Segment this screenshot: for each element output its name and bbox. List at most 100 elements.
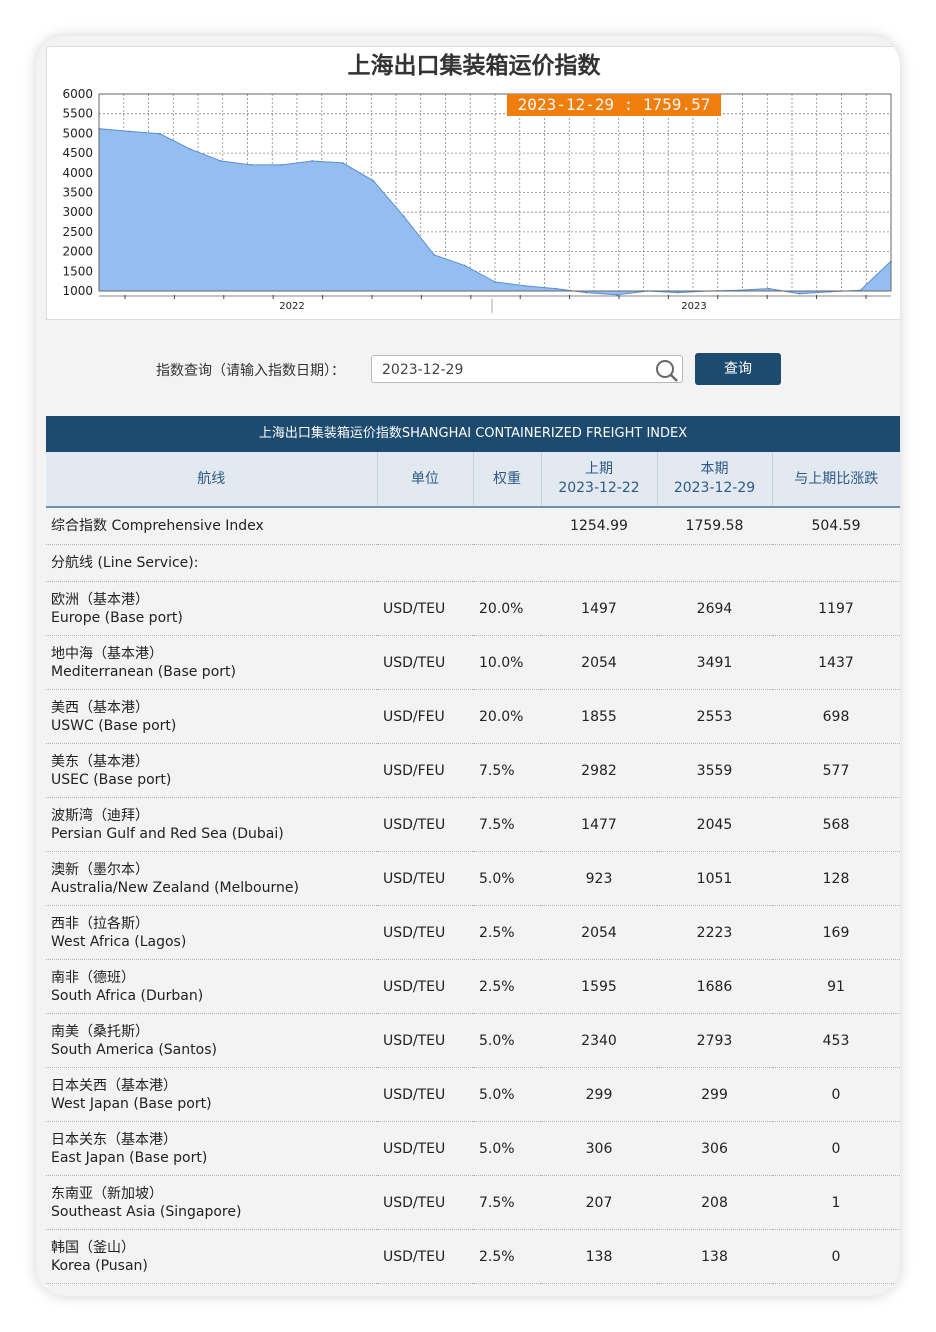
table-row: 日本关西（基本港） West Japan (Base port) USD/TEU 5.… [46, 1067, 900, 1122]
unit-cell: USD/TEU [377, 581, 473, 636]
table-row: 南美（桑托斯） South America (Santos) USD/TEU 5.0%… [46, 1013, 900, 1068]
prev-cell: 2340 [541, 1013, 657, 1068]
y-tick-label: 4500 [62, 146, 93, 160]
route-zh: 美东（基本港） [51, 753, 149, 770]
route-cell: 南美（桑托斯） South America (Santos) [46, 1013, 377, 1068]
y-tick-label: 5000 [62, 126, 93, 140]
change-cell: 698 [772, 689, 900, 744]
unit-cell: USD/FEU [377, 743, 473, 798]
route-zh: 南美（桑托斯） [51, 1023, 149, 1040]
table-row: 日本关东（基本港） East Japan (Base port) USD/TEU 5.… [46, 1121, 900, 1176]
comprehensive-curr: 1759.58 [657, 507, 772, 545]
prev-cell: 2054 [541, 635, 657, 690]
unit-cell: USD/TEU [377, 1121, 473, 1176]
route-cell: 地中海（基本港） Mediterranean (Base port) [46, 635, 377, 690]
y-tick-label: 5500 [62, 107, 93, 121]
prev-cell: 138 [541, 1229, 657, 1284]
weight-cell: 20.0% [473, 689, 541, 744]
route-zh: 澳新（墨尔本） [51, 861, 149, 878]
curr-cell: 2694 [657, 581, 772, 636]
data-point [433, 253, 435, 256]
weight-cell: 5.0% [473, 1013, 541, 1068]
curr-cell: 306 [657, 1121, 772, 1176]
unit-cell: USD/TEU [377, 1067, 473, 1122]
unit-cell: USD/FEU [377, 689, 473, 744]
data-point [159, 132, 161, 135]
header-unit: 单位 [377, 452, 474, 508]
prev-cell: 207 [541, 1175, 657, 1230]
curr-cell: 2045 [657, 797, 772, 852]
prev-cell: 2982 [541, 743, 657, 798]
date-input[interactable]: 2023-12-29 [371, 355, 683, 383]
y-tick-label: 2000 [62, 245, 93, 259]
route-cell: 日本关西（基本港） West Japan (Base port) [46, 1067, 377, 1122]
y-tick-label: 3500 [62, 186, 93, 200]
table-banner: 上海出口集装箱运价指数SHANGHAI CONTAINERIZED FREIGH… [46, 416, 900, 452]
header-curr-label: 本期 [700, 461, 729, 477]
prev-cell: 1477 [541, 797, 657, 852]
route-en: Mediterranean (Base port) [51, 663, 236, 680]
y-tick-label: 2500 [62, 225, 93, 239]
chart-title: 上海出口集装箱运价指数 [348, 52, 602, 79]
index-table: 上海出口集装箱运价指数SHANGHAI CONTAINERIZED FREIGH… [46, 416, 900, 1284]
unit-cell: USD/TEU [377, 851, 473, 906]
weight-cell: 2.5% [473, 959, 541, 1014]
chart-svg: 上海出口集装箱运价指数 6000 5500 5000 4500 4000 3500 3000… [62, 52, 892, 313]
header-prev-date: 2023-12-22 [558, 480, 640, 496]
data-point [250, 164, 253, 166]
query-label: 指数查询（请输入指数日期）： [156, 363, 345, 379]
route-zh: 美西（基本港） [51, 699, 149, 716]
change-cell: 0 [772, 1067, 900, 1122]
route-en: USEC (Base port) [51, 771, 172, 788]
data-point [798, 292, 801, 295]
route-zh: 欧洲（基本港） [51, 591, 149, 608]
weight-cell: 5.0% [473, 851, 541, 906]
route-en: West Africa (Lagos) [51, 933, 187, 950]
data-point [128, 130, 131, 133]
route-zh: 南非（德班） [51, 969, 135, 986]
search-icon[interactable] [654, 358, 680, 384]
table-row: 地中海（基本港） Mediterranean (Base port) USD/TEU… [46, 635, 900, 690]
change-cell: 1 [772, 1175, 900, 1230]
data-point [494, 281, 496, 283]
route-zh: 西非（拉各斯） [51, 915, 149, 932]
data-point [280, 164, 283, 166]
prev-cell: 923 [541, 851, 657, 906]
data-point [220, 160, 222, 162]
weight-cell: 7.5% [473, 1175, 541, 1230]
chart-panel: 上海出口集装箱运价指数 6000 5500 5000 4500 4000 3500 3000… [46, 46, 900, 320]
data-point [524, 285, 527, 287]
curr-cell: 3491 [657, 635, 772, 690]
query-button[interactable]: 查询 [695, 353, 781, 385]
data-point [463, 264, 466, 267]
route-en: Europe (Base port) [51, 609, 183, 626]
route-zh: 日本关西（基本港） [51, 1077, 177, 1094]
data-point [555, 287, 557, 290]
unit-cell: USD/TEU [377, 1229, 473, 1284]
curr-cell: 1051 [657, 851, 772, 906]
curr-cell: 2793 [657, 1013, 772, 1068]
route-cell: 美西（基本港） USWC (Base port) [46, 689, 377, 744]
header-weight: 权重 [473, 452, 542, 508]
card: 上海出口集装箱运价指数 6000 5500 5000 4500 4000 3500 3000… [36, 36, 900, 1296]
weight-cell: 7.5% [473, 797, 541, 852]
route-cell: 欧洲（基本港） Europe (Base port) [46, 581, 377, 636]
route-cell: 波斯湾（迪拜） Persian Gulf and Red Sea (Dubai) [46, 797, 377, 852]
curr-cell: 208 [657, 1175, 772, 1230]
data-point [768, 287, 770, 290]
curr-cell: 138 [657, 1229, 772, 1284]
comprehensive-label: 综合指数 Comprehensive Index [46, 507, 377, 545]
table-row: 南非（德班） South Africa (Durban) USD/TEU 2.5% 15… [46, 959, 900, 1014]
header-prev: 上期 2023-12-22 [541, 452, 658, 508]
curr-cell: 3559 [657, 743, 772, 798]
data-point [189, 148, 192, 150]
y-tick-label: 1000 [62, 284, 93, 298]
prev-cell: 1497 [541, 581, 657, 636]
weight-cell: 2.5% [473, 905, 541, 960]
unit-cell: USD/TEU [377, 1013, 473, 1068]
weight-cell: 5.0% [473, 1121, 541, 1176]
empty-cell [473, 507, 541, 545]
route-zh: 日本关东（基本港） [51, 1131, 177, 1148]
route-zh: 地中海（基本港） [51, 645, 163, 662]
prev-cell: 306 [541, 1121, 657, 1176]
